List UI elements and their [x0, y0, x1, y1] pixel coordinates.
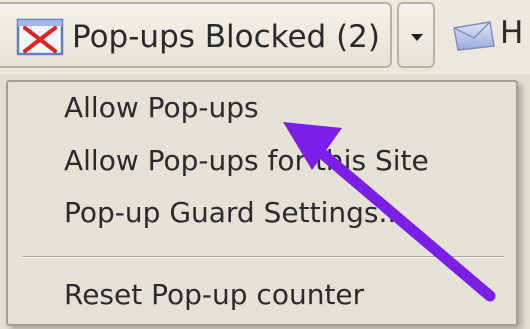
- menu-item-popup-guard-settings[interactable]: Pop-up Guard Settings...: [64, 193, 405, 233]
- menu-item-allow-popups[interactable]: Allow Pop-ups: [64, 88, 259, 128]
- popup-dropdown-button[interactable]: [397, 2, 435, 68]
- popups-blocked-label: Pop-ups Blocked (2): [72, 19, 381, 55]
- mail-icon[interactable]: [450, 18, 496, 52]
- menu-item-reset-popup-counter[interactable]: Reset Pop-up counter: [64, 275, 364, 315]
- popup-blocked-icon: [16, 18, 64, 56]
- menu-separator: [22, 256, 504, 258]
- toolbar-next-label[interactable]: H: [500, 13, 523, 53]
- menu-item-allow-popups-for-site[interactable]: Allow Pop-ups for this Site: [64, 141, 429, 181]
- toolbar: Pop-ups Blocked (2) H: [0, 0, 530, 74]
- chevron-down-icon: [411, 34, 423, 41]
- popups-blocked-button[interactable]: Pop-ups Blocked (2): [0, 2, 392, 68]
- popup-menu: Allow Pop-ups Allow Pop-ups for this Sit…: [6, 80, 518, 326]
